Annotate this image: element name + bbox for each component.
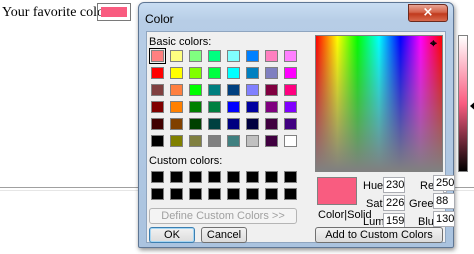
basic-color-swatch[interactable] bbox=[284, 50, 297, 62]
basic-color-swatch[interactable] bbox=[227, 50, 240, 62]
basic-color-swatch[interactable] bbox=[151, 118, 164, 130]
basic-color-swatch[interactable] bbox=[227, 118, 240, 130]
basic-color-swatch[interactable] bbox=[246, 135, 259, 147]
basic-color-swatch[interactable] bbox=[189, 50, 202, 62]
basic-color-swatch[interactable] bbox=[208, 101, 221, 113]
custom-color-swatch[interactable] bbox=[208, 171, 221, 183]
basic-color-swatch[interactable] bbox=[208, 50, 221, 62]
basic-color-swatch[interactable] bbox=[265, 135, 278, 147]
sat-input[interactable]: 226 bbox=[383, 195, 405, 211]
basic-color-swatch[interactable] bbox=[208, 67, 221, 79]
close-icon: × bbox=[422, 5, 434, 20]
luminosity-slider[interactable] bbox=[458, 35, 468, 172]
basic-color-swatch[interactable] bbox=[208, 118, 221, 130]
basic-color-swatch[interactable] bbox=[265, 50, 278, 62]
page-divider bbox=[0, 187, 139, 191]
page-divider-right bbox=[452, 187, 474, 191]
color-solid-preview bbox=[317, 177, 357, 205]
custom-color-swatch[interactable] bbox=[265, 171, 278, 183]
custom-color-swatch[interactable] bbox=[227, 171, 240, 183]
basic-color-swatch[interactable] bbox=[227, 135, 240, 147]
basic-color-swatch[interactable] bbox=[170, 84, 183, 96]
custom-color-swatch[interactable] bbox=[170, 171, 183, 183]
custom-color-swatch[interactable] bbox=[227, 188, 240, 200]
favorite-color-swatch bbox=[101, 7, 127, 17]
basic-color-swatch[interactable] bbox=[170, 118, 183, 130]
color-spectrum[interactable]: ⌖ bbox=[315, 35, 443, 172]
green-input[interactable]: 88 bbox=[433, 193, 455, 209]
basic-color-swatch[interactable] bbox=[284, 84, 297, 96]
basic-color-swatch[interactable] bbox=[284, 118, 297, 130]
custom-color-swatch[interactable] bbox=[189, 171, 202, 183]
basic-color-swatch[interactable] bbox=[189, 101, 202, 113]
favorite-color-button[interactable] bbox=[97, 3, 131, 21]
basic-color-swatch[interactable] bbox=[265, 84, 278, 96]
basic-color-swatch[interactable] bbox=[246, 67, 259, 79]
basic-color-swatch[interactable] bbox=[151, 67, 164, 79]
basic-color-swatch[interactable] bbox=[208, 135, 221, 147]
define-custom-colors-button[interactable]: Define Custom Colors >> bbox=[149, 208, 297, 224]
basic-color-swatch[interactable] bbox=[189, 67, 202, 79]
basic-color-swatch[interactable] bbox=[189, 84, 202, 96]
cancel-button[interactable]: Cancel bbox=[201, 227, 247, 243]
custom-color-swatch[interactable] bbox=[284, 188, 297, 200]
basic-color-swatch[interactable] bbox=[170, 67, 183, 79]
close-button[interactable]: × bbox=[408, 4, 448, 22]
custom-color-swatch[interactable] bbox=[208, 188, 221, 200]
custom-color-swatch[interactable] bbox=[189, 188, 202, 200]
basic-color-swatch[interactable] bbox=[151, 101, 164, 113]
basic-color-swatch[interactable] bbox=[189, 135, 202, 147]
basic-color-swatch[interactable] bbox=[170, 101, 183, 113]
hue-input[interactable]: 230 bbox=[383, 177, 405, 193]
basic-color-swatch[interactable] bbox=[265, 67, 278, 79]
basic-color-swatch[interactable] bbox=[284, 135, 297, 147]
custom-color-swatch[interactable] bbox=[246, 188, 259, 200]
basic-color-swatch[interactable] bbox=[246, 101, 259, 113]
basic-color-swatch[interactable] bbox=[227, 67, 240, 79]
custom-colors-label: Custom colors: bbox=[149, 155, 223, 167]
basic-color-swatch[interactable] bbox=[151, 84, 164, 96]
basic-color-swatch[interactable] bbox=[284, 101, 297, 113]
add-to-custom-colors-button[interactable]: Add to Custom Colors bbox=[315, 227, 443, 243]
basic-color-swatch[interactable] bbox=[227, 101, 240, 113]
basic-color-swatch[interactable] bbox=[170, 135, 183, 147]
red-input[interactable]: 250 bbox=[433, 175, 455, 191]
custom-color-swatch[interactable] bbox=[265, 188, 278, 200]
custom-color-swatch[interactable] bbox=[284, 171, 297, 183]
dialog-client: Basic colors: Custom colors: Define Cust… bbox=[146, 31, 474, 243]
basic-color-swatch[interactable] bbox=[151, 135, 164, 147]
favorite-color-label: Your favorite color: bbox=[2, 5, 113, 20]
custom-color-swatch[interactable] bbox=[151, 171, 164, 183]
custom-color-swatch[interactable] bbox=[151, 188, 164, 200]
basic-color-swatch[interactable] bbox=[265, 118, 278, 130]
blue-input[interactable]: 130 bbox=[433, 211, 455, 227]
color-dialog: Color × Basic colors: Custom colors: Def… bbox=[138, 2, 474, 248]
custom-color-swatch[interactable] bbox=[170, 188, 183, 200]
basic-color-swatch[interactable] bbox=[284, 67, 297, 79]
basic-color-swatch[interactable] bbox=[246, 50, 259, 62]
basic-color-swatch[interactable] bbox=[149, 48, 166, 64]
crosshair-icon: ⌖ bbox=[430, 36, 437, 50]
luminosity-arrow-icon[interactable] bbox=[470, 99, 474, 113]
basic-color-swatch[interactable] bbox=[189, 118, 202, 130]
basic-color-swatch[interactable] bbox=[246, 118, 259, 130]
basic-color-swatch[interactable] bbox=[227, 84, 240, 96]
basic-color-swatch[interactable] bbox=[246, 84, 259, 96]
ok-button[interactable]: OK bbox=[149, 227, 195, 243]
basic-color-swatch[interactable] bbox=[265, 101, 278, 113]
dialog-title: Color bbox=[145, 12, 174, 26]
basic-colors-label: Basic colors: bbox=[149, 36, 212, 48]
custom-color-swatch[interactable] bbox=[246, 171, 259, 183]
basic-color-swatch[interactable] bbox=[208, 84, 221, 96]
basic-color-swatch[interactable] bbox=[170, 50, 183, 62]
